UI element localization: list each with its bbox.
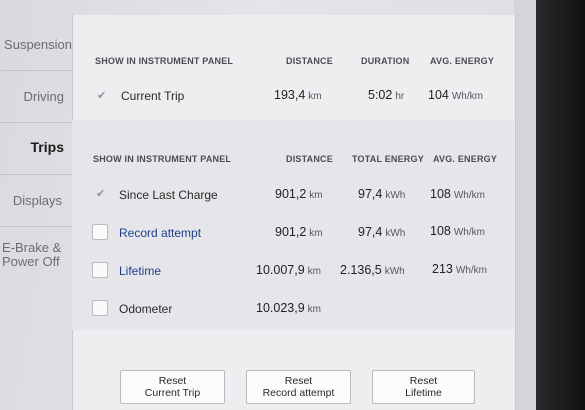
trip-distance: 193,4 km: [274, 88, 322, 102]
trip-label: Record attempt: [119, 226, 202, 240]
distance-value: 10.007,9: [256, 263, 305, 277]
sidebar-item-suspension[interactable]: Suspension: [0, 37, 72, 52]
energy-value: 108: [430, 187, 451, 201]
total-energy-unit: kWh: [384, 266, 405, 277]
checkmark-icon[interactable]: ✔: [96, 187, 105, 200]
header-show-in-panel: SHOW IN INSTRUMENT PANEL: [93, 154, 232, 164]
trip-avg-energy: 213 Wh/km: [432, 262, 487, 276]
energy-unit: Wh/km: [455, 265, 487, 276]
distance-value: 901,2: [275, 225, 307, 239]
panel-right-margin: [514, 0, 536, 410]
trip-avg-energy: 108 Wh/km: [430, 224, 485, 238]
header-distance: DISTANCE: [286, 154, 333, 164]
header-show-in-panel: SHOW IN INSTRUMENT PANEL: [95, 56, 234, 66]
total-energy-value: 2.136,5: [340, 263, 382, 277]
sidebar-divider: [0, 70, 72, 71]
sidebar-divider: [0, 122, 72, 123]
header-duration: DURATION: [361, 56, 410, 66]
energy-unit: Wh/km: [453, 190, 485, 201]
distance-unit: km: [307, 266, 322, 277]
distance-unit: km: [307, 304, 322, 315]
energy-value: 108: [430, 224, 451, 238]
duration-unit: hr: [395, 91, 405, 102]
button-label: Lifetime: [405, 387, 442, 399]
button-label: Current Trip: [144, 387, 201, 399]
button-label: Reset: [409, 375, 438, 387]
duration-value: 5:02: [368, 88, 393, 102]
header-total-energy: TOTAL ENERGY: [352, 154, 424, 164]
button-label: Reset: [284, 375, 313, 387]
odometer-checkbox[interactable]: [92, 300, 108, 316]
sidebar-divider: [0, 174, 72, 175]
screen-bezel: [536, 0, 585, 410]
reset-record-attempt-button[interactable]: Reset Record attempt: [246, 370, 351, 404]
total-energy-value: 97,4: [358, 187, 383, 201]
distance-unit: km: [309, 190, 323, 201]
trip-distance: 901,2 km: [275, 225, 323, 239]
header-distance: DISTANCE: [286, 56, 333, 66]
trip-label: Current Trip: [121, 89, 185, 103]
trip-distance: 901,2 km: [275, 187, 323, 201]
header-avg-energy: AVG. ENERGY: [430, 56, 495, 66]
settings-sidebar: Suspension Driving Trips Displays E-Brak…: [0, 0, 72, 410]
energy-unit: Wh/km: [453, 227, 485, 238]
total-energy-unit: kWh: [385, 190, 406, 201]
sidebar-item-displays[interactable]: Displays: [0, 193, 72, 208]
reset-lifetime-button[interactable]: Reset Lifetime: [372, 370, 475, 404]
trip-total-energy: 2.136,5 kWh: [340, 263, 405, 277]
trip-avg-energy: 108 Wh/km: [430, 187, 485, 201]
total-energy-unit: kWh: [385, 228, 406, 239]
energy-unit: Wh/km: [451, 91, 483, 102]
energy-value: 213: [432, 262, 453, 276]
distance-value: 10.023,9: [256, 301, 305, 315]
button-label: Reset: [158, 375, 187, 387]
trip-avg-energy: 104 Wh/km: [428, 88, 483, 102]
trip-label: Since Last Charge: [119, 188, 218, 202]
reset-current-trip-button[interactable]: Reset Current Trip: [120, 370, 225, 404]
button-label: Record attempt: [262, 387, 335, 399]
record-attempt-checkbox[interactable]: [92, 224, 108, 240]
sidebar-divider: [0, 226, 72, 227]
distance-unit: km: [308, 91, 322, 102]
sidebar-item-driving[interactable]: Driving: [0, 89, 72, 104]
trip-total-energy: 97,4 kWh: [358, 225, 405, 239]
trip-duration: 5:02 hr: [368, 88, 404, 102]
trip-distance: 10.007,9 km: [256, 263, 321, 277]
sidebar-item-label: Power Off: [2, 254, 60, 269]
sidebar-item-label: E-Brake &: [2, 240, 62, 255]
trip-label: Odometer: [119, 302, 173, 316]
distance-unit: km: [309, 228, 323, 239]
trip-total-energy: 97,4 kWh: [358, 187, 405, 201]
total-energy-value: 97,4: [358, 225, 383, 239]
lifetime-checkbox[interactable]: [92, 262, 108, 278]
distance-value: 193,4: [274, 88, 306, 102]
checkmark-icon[interactable]: ✔: [97, 89, 106, 102]
trip-label: Lifetime: [119, 264, 162, 278]
header-avg-energy: AVG. ENERGY: [433, 154, 498, 164]
distance-value: 901,2: [275, 187, 307, 201]
energy-value: 104: [428, 88, 449, 102]
sidebar-item-trips[interactable]: Trips: [0, 140, 72, 155]
trip-distance: 10.023,9 km: [256, 301, 321, 315]
